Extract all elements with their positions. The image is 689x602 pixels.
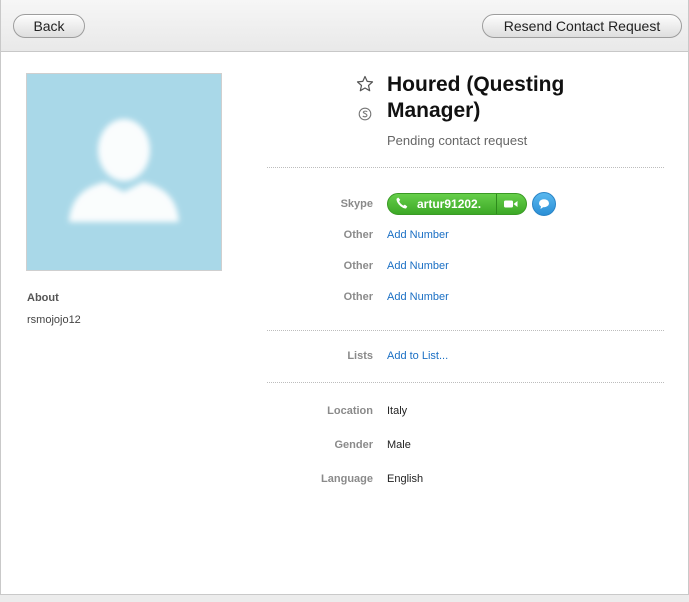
add-number-link-3[interactable]: Add Number (387, 291, 449, 303)
location-value: Italy (387, 405, 408, 417)
other-label-1: Other (343, 229, 373, 241)
about-heading: About (27, 292, 59, 304)
contact-name: Houred (Questing Manager) (387, 73, 565, 122)
contact-status: Pending contact request (387, 133, 528, 148)
pill-divider (496, 194, 497, 214)
about-value: rsmojojo12 (27, 314, 81, 326)
toolbar: Back Resend Contact Request (1, 0, 688, 52)
location-label: Location (327, 405, 373, 417)
avatar-silhouette-icon (69, 119, 179, 222)
skype-label: Skype (340, 198, 373, 210)
add-to-list-link[interactable]: Add to List... (387, 350, 448, 362)
video-icon[interactable] (503, 198, 519, 210)
divider (267, 382, 664, 383)
skype-call-button[interactable]: artur91202. (387, 193, 527, 215)
avatar (26, 73, 222, 271)
other-label-3: Other (343, 291, 373, 303)
skype-name-value: artur91202. (417, 197, 482, 211)
contact-profile-window: Back Resend Contact Request About rsmojo… (0, 0, 689, 595)
chat-icon (539, 199, 549, 209)
divider (267, 167, 664, 168)
lists-label: Lists (347, 350, 373, 362)
gender-label: Gender (334, 439, 373, 451)
language-label: Language (321, 473, 373, 485)
other-label-2: Other (343, 260, 373, 272)
resend-contact-request-button[interactable]: Resend Contact Request (482, 14, 682, 38)
add-number-link-1[interactable]: Add Number (387, 229, 449, 241)
chat-button[interactable] (532, 192, 556, 216)
gender-value: Male (387, 439, 411, 451)
divider (267, 330, 664, 331)
skype-icon (358, 107, 372, 121)
star-icon[interactable] (356, 75, 374, 93)
add-number-link-2[interactable]: Add Number (387, 260, 449, 272)
back-button[interactable]: Back (13, 14, 85, 38)
phone-icon (396, 197, 408, 209)
language-value: English (387, 473, 424, 485)
